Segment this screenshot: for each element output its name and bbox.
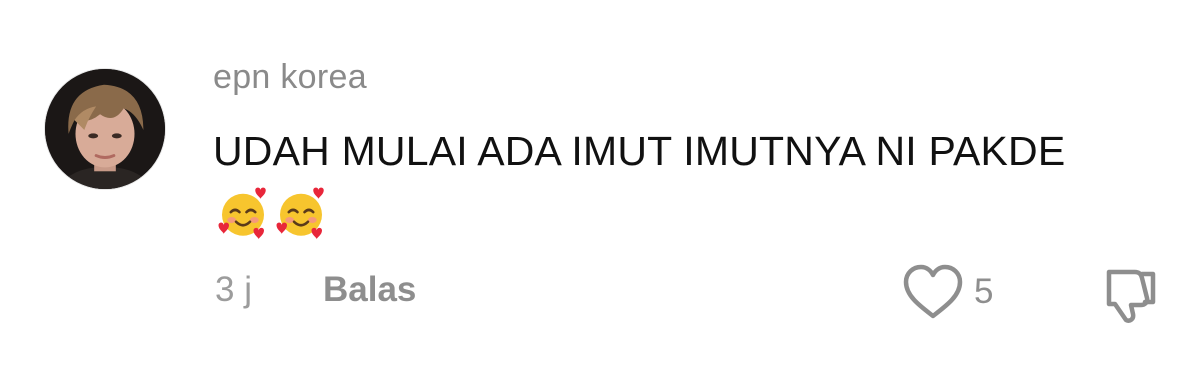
comment-text: UDAH MULAI ADA IMUT IMUTNYA NI PAKDE [213,118,1113,250]
smiling-face-with-hearts-icon [215,185,271,241]
comment-item: epn korea UDAH MULAI ADA IMUT IMUTNYA NI… [0,0,1200,384]
thumbs-down-outline-icon[interactable] [1095,260,1161,326]
heart-outline-icon[interactable] [900,262,966,322]
comment-username[interactable]: epn korea [213,58,367,97]
avatar[interactable] [44,68,166,190]
comment-text-body: UDAH MULAI ADA IMUT IMUTNYA NI PAKDE [213,128,1066,174]
like-count: 5 [974,272,994,311]
reply-button[interactable]: Balas [323,270,416,310]
smiling-face-with-hearts-icon [273,185,329,241]
comment-timestamp: 3 j [215,270,252,309]
avatar-photo [45,69,165,189]
